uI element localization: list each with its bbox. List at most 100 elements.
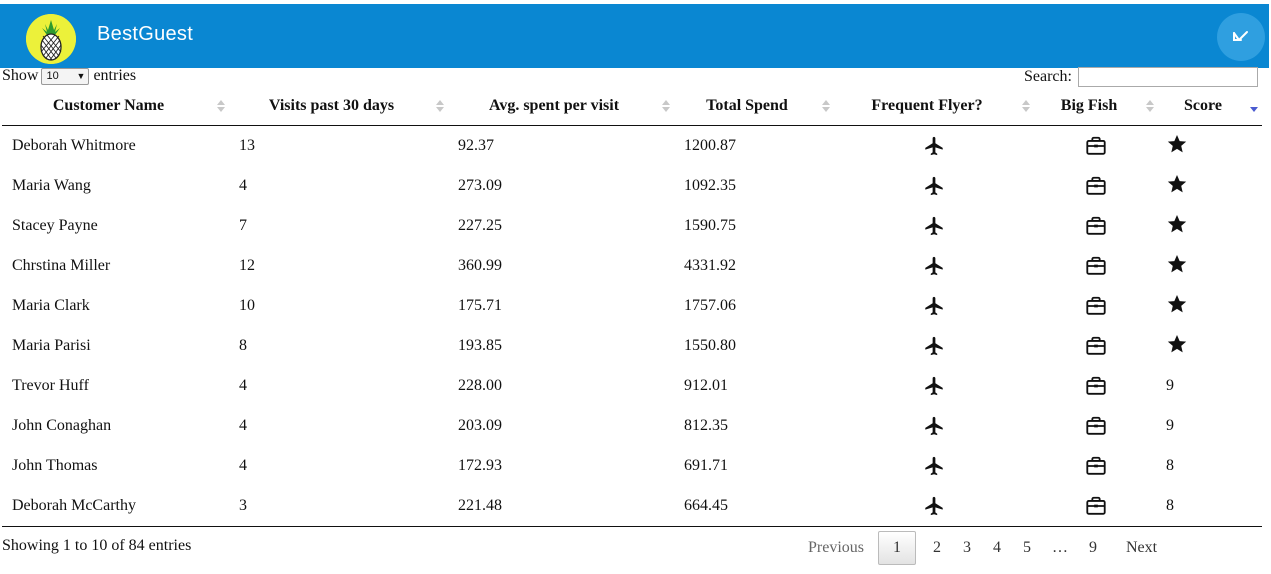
score-cell: 9 — [1166, 377, 1174, 394]
table-row[interactable]: Maria Wang 4 273.09 1092.35 — [2, 166, 1262, 206]
column-header-label: Visits past 30 days — [268, 97, 395, 114]
star-icon — [1166, 213, 1188, 240]
frequent-flyer-cell — [834, 406, 1034, 446]
avg-spent-cell: 92.37 — [458, 137, 494, 154]
score-cell: 9 — [1166, 417, 1174, 434]
frequent-flyer-cell — [834, 486, 1034, 527]
page-length-select[interactable]: 10 ▼ — [41, 67, 90, 85]
pagination: Previous 1 2 3 4 5 … 9 Next — [796, 531, 1169, 565]
previous-button[interactable]: Previous — [796, 532, 876, 564]
briefcase-icon — [1085, 256, 1107, 275]
page-button[interactable]: 4 — [982, 532, 1012, 564]
page-button[interactable]: 5 — [1012, 532, 1042, 564]
table-row[interactable]: Trevor Huff 4 228.00 912.01 9 — [2, 366, 1262, 406]
page-button-current[interactable]: 1 — [878, 531, 916, 565]
visits-cell: 4 — [239, 177, 247, 194]
column-header[interactable]: Big Fish — [1034, 87, 1158, 126]
table-row[interactable]: Maria Clark 10 175.71 1757.06 — [2, 286, 1262, 326]
frequent-flyer-cell — [834, 446, 1034, 486]
star-icon — [1166, 133, 1188, 160]
select-caret-icon: ▼ — [76, 70, 86, 81]
total-spend-cell: 1200.87 — [684, 137, 736, 154]
briefcase-icon — [1085, 496, 1107, 515]
star-icon — [1166, 333, 1188, 360]
score-cell: 8 — [1158, 486, 1262, 527]
avg-spent-cell: 172.93 — [458, 457, 502, 474]
plane-icon — [923, 456, 945, 476]
column-header[interactable]: Avg. spent per visit — [448, 87, 674, 126]
big-fish-cell — [1034, 286, 1158, 326]
briefcase-icon — [1085, 456, 1107, 475]
plane-icon — [923, 416, 945, 436]
frequent-flyer-cell — [834, 286, 1034, 326]
app-title: BestGuest — [97, 23, 194, 45]
visits-cell: 3 — [229, 486, 448, 527]
customer-name-cell: Maria Wang — [12, 177, 91, 194]
pineapple-logo-icon — [26, 14, 76, 64]
column-header-label: Big Fish — [1060, 97, 1118, 114]
big-fish-cell — [1034, 366, 1158, 406]
avg-spent-cell: 273.09 — [458, 177, 502, 194]
column-header[interactable]: Score — [1158, 87, 1262, 126]
table-row[interactable]: John Thomas 4 172.93 691.71 8 — [2, 446, 1262, 486]
next-button[interactable]: Next — [1114, 532, 1169, 564]
star-icon — [1166, 293, 1188, 320]
table-row[interactable]: John Conaghan 4 203.09 812.35 9 — [2, 406, 1262, 446]
page-button[interactable]: 2 — [922, 532, 952, 564]
avg-spent-cell: 203.09 — [458, 417, 502, 434]
total-spend-cell: 912.01 — [684, 377, 728, 394]
total-spend-cell: 1757.06 — [684, 297, 736, 314]
plane-icon — [923, 216, 945, 236]
sort-both-icon — [1146, 99, 1154, 113]
visits-cell: 4 — [239, 417, 247, 434]
table-row[interactable]: Chrstina Miller 12 360.99 4331.92 — [2, 246, 1262, 286]
search-input[interactable] — [1077, 67, 1258, 87]
column-header[interactable]: Total Spend — [674, 87, 834, 126]
briefcase-icon — [1085, 416, 1107, 435]
column-header[interactable]: Visits past 30 days — [229, 87, 448, 126]
page-length-control: Show 10 ▼ entries — [2, 67, 136, 85]
column-header-label: Score — [1184, 97, 1222, 114]
visits-cell: 13 — [239, 137, 255, 154]
visits-cell: 12 — [239, 257, 255, 274]
search-control: Search: — [1024, 67, 1258, 87]
briefcase-icon — [1085, 176, 1107, 195]
column-header[interactable]: Customer Name — [2, 87, 229, 126]
show-label: Show — [2, 67, 39, 84]
page-button[interactable]: 9 — [1078, 532, 1108, 564]
table-header-row: Customer Name Visits past 30 days Avg. spe… — [2, 87, 1262, 126]
score-cell — [1158, 246, 1262, 286]
table-row[interactable]: Deborah Whitmore 13 92.37 1200.87 — [2, 126, 1262, 167]
plane-icon — [923, 296, 945, 316]
frequent-flyer-cell — [834, 246, 1034, 286]
big-fish-cell — [1034, 246, 1158, 286]
table-row[interactable]: Maria Parisi 8 193.85 1550.80 — [2, 326, 1262, 366]
table-row[interactable]: Stacey Payne 7 227.25 1590.75 — [2, 206, 1262, 246]
total-spend-cell: 1590.75 — [684, 217, 736, 234]
visits-cell: 10 — [239, 297, 255, 314]
big-fish-cell — [1034, 326, 1158, 366]
avg-spent-cell: 221.48 — [448, 486, 674, 527]
page-button[interactable]: 3 — [952, 532, 982, 564]
visits-cell: 7 — [239, 217, 247, 234]
customer-name-cell: Trevor Huff — [12, 377, 89, 394]
avg-spent-cell: 227.25 — [458, 217, 502, 234]
score-cell — [1158, 126, 1262, 167]
big-fish-cell — [1034, 446, 1158, 486]
frequent-flyer-cell — [834, 206, 1034, 246]
column-header[interactable]: Frequent Flyer? — [834, 87, 1034, 126]
frequent-flyer-cell — [834, 126, 1034, 167]
table-body: Deborah Whitmore 13 92.37 1200.87 Maria Wang… — [2, 126, 1262, 527]
customer-name-cell: Maria Clark — [12, 297, 90, 314]
visits-cell: 4 — [239, 377, 247, 394]
big-fish-cell — [1034, 126, 1158, 167]
score-cell — [1158, 326, 1262, 366]
star-icon — [1166, 173, 1188, 200]
menu-button[interactable] — [1217, 13, 1265, 61]
column-header-label: Customer Name — [52, 97, 165, 114]
plane-icon — [923, 496, 945, 516]
score-cell — [1158, 286, 1262, 326]
big-fish-cell — [1034, 406, 1158, 446]
plane-icon — [923, 376, 945, 396]
table-row[interactable]: Deborah McCarthy 3 221.48 664.45 8 — [2, 486, 1262, 527]
